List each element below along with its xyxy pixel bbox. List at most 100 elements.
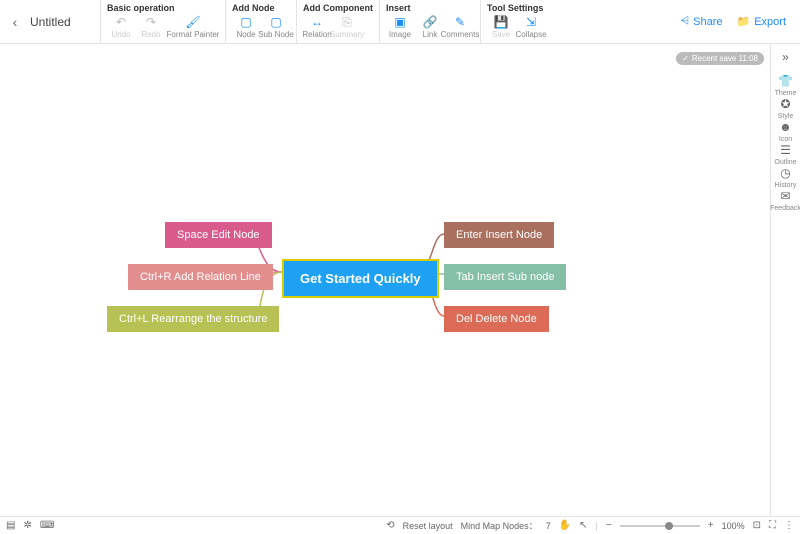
toolbar-item-label: Summary (330, 30, 364, 39)
toolbar-group: Basic operation↶Undo↷Redo🖌Format Painter (100, 0, 225, 43)
zoom-in-icon[interactable]: + (708, 520, 714, 531)
hand-icon[interactable]: ✋ (559, 520, 571, 531)
right-sidebar: » 👕 Theme✪ Style☻ Icon☰ Outline◷ History✉ Feed… (770, 44, 800, 516)
toolbar-item-label: Redo (141, 30, 160, 39)
mindmap-node[interactable]: Tab Insert Sub node (444, 264, 566, 290)
collapse-sidebar-icon[interactable]: » (782, 50, 789, 64)
zoom-out-icon[interactable]: − (606, 520, 612, 531)
link-icon: 🔗 (422, 15, 438, 29)
toolbar-group-title: Add Node (232, 3, 290, 13)
sidebar-item-label: History (775, 182, 797, 189)
sidebar-item-label: Outline (774, 159, 796, 166)
toolbar-collapse[interactable]: ⇲Collapse (517, 15, 545, 39)
gear-icon[interactable]: ✲ (23, 520, 31, 531)
zoom-value: 100% (722, 521, 745, 531)
toolbar-group-title: Basic operation (107, 3, 219, 13)
mindmap-node[interactable]: Enter Insert Node (444, 222, 554, 248)
image-icon: ▣ (392, 15, 408, 29)
feedback-icon: ✉ (780, 189, 790, 203)
top-right: ⩤Share 📁Export (680, 0, 800, 43)
sidebar-history[interactable]: ◷ History (770, 166, 800, 189)
fit-icon[interactable]: ⊡ (753, 520, 761, 531)
toolbar-group: Add Node▢Node▢Sub Node (225, 0, 296, 43)
theme-icon: 👕 (778, 74, 793, 88)
mindmap-node[interactable]: Space Edit Node (165, 222, 272, 248)
statusbar: ▤ ✲ ⌨ ⟲ Reset layout Mind Map Nodes： 7 ✋… (0, 516, 800, 534)
nodes-label: Mind Map Nodes： (461, 519, 538, 532)
toolbar-group: Add Component↔Relation⎘Summary (296, 0, 379, 43)
cursor-icon[interactable]: ↖ (579, 520, 587, 531)
toolbar-group-title: Tool Settings (487, 3, 545, 13)
style-icon: ✪ (780, 97, 790, 111)
sidebar-item-label: Theme (775, 90, 797, 97)
sidebar-item-label: Style (778, 113, 794, 120)
collapse-icon: ⇲ (523, 15, 539, 29)
reset-layout-label[interactable]: Reset layout (403, 521, 453, 531)
toolbar-group-title: Add Component (303, 3, 373, 13)
topbar: ‹ Untitled Basic operation↶Undo↷Redo🖌For… (0, 0, 800, 44)
sidebar-outline[interactable]: ☰ Outline (770, 143, 800, 166)
reset-layout-icon[interactable]: ⟲ (386, 520, 394, 531)
zoom-slider[interactable] (620, 525, 700, 527)
comments-icon: ✎ (452, 15, 468, 29)
format-painter-icon: 🖌 (185, 15, 201, 29)
toolbar-item-label: Undo (111, 30, 130, 39)
redo-icon: ↷ (143, 15, 159, 29)
node-icon: ▢ (238, 15, 254, 29)
sub-node-icon: ▢ (268, 15, 284, 29)
toolbar-undo[interactable]: ↶Undo (107, 15, 135, 39)
doc-title[interactable]: Untitled (30, 0, 100, 43)
summary-icon: ⎘ (339, 15, 355, 29)
export-icon: 📁 (737, 15, 751, 28)
relation-icon: ↔ (309, 15, 325, 29)
check-icon: ✓ (682, 54, 689, 63)
mindmap-node[interactable]: Get Started Quickly (282, 259, 439, 298)
toolbar-item-label: Image (389, 30, 411, 39)
toolbar-group: Tool Settings💾Save⇲Collapse (480, 0, 551, 43)
undo-icon: ↶ (113, 15, 129, 29)
history-icon: ◷ (780, 166, 790, 180)
keyboard-icon[interactable]: ⌨ (40, 520, 54, 531)
toolbar-groups: Basic operation↶Undo↷Redo🖌Format Painter… (100, 0, 551, 43)
toolbar-redo[interactable]: ↷Redo (137, 15, 165, 39)
sidebar-item-label: Icon (779, 136, 792, 143)
toolbar-group: Insert ▣Image 🔗Link ✎Comments (379, 0, 480, 43)
toolbar-format-painter[interactable]: 🖌Format Painter (167, 15, 219, 39)
more-icon[interactable]: ⋮ (784, 520, 794, 531)
mindmap-node[interactable]: Ctrl+R Add Relation Line (128, 264, 273, 290)
toolbar-item-label: Collapse (515, 30, 546, 39)
toolbar-save[interactable]: 💾Save (487, 15, 515, 39)
toolbar-image[interactable]: ▣Image (386, 15, 414, 39)
toolbar-summary[interactable]: ⎘Summary (333, 15, 361, 39)
toolbar-item-label: Format Painter (167, 30, 220, 39)
sidebar-theme[interactable]: 👕 Theme (770, 74, 800, 97)
sidebar-style[interactable]: ✪ Style (770, 97, 800, 120)
outline-icon: ☰ (780, 143, 791, 157)
canvas[interactable]: ✓Recent save 11:08 Get Started Quickly Sp… (0, 44, 770, 516)
toolbar-item-label: Relation (302, 30, 331, 39)
toolbar-item-label: Comments (441, 30, 480, 39)
toolbar-sub-node[interactable]: ▢Sub Node (262, 15, 290, 39)
toolbar-item-label: Node (236, 30, 255, 39)
toolbar-item-label: Link (423, 30, 438, 39)
save-icon: 💾 (493, 15, 509, 29)
toolbar-item-label: Sub Node (258, 30, 294, 39)
nodes-count: 7 (546, 521, 551, 531)
toolbar-item-label: Save (492, 30, 510, 39)
save-badge: ✓Recent save 11:08 (676, 52, 764, 65)
mindmap-node[interactable]: Del Delete Node (444, 306, 549, 332)
toolbar-relation[interactable]: ↔Relation (303, 15, 331, 39)
icon-icon: ☻ (779, 120, 792, 134)
toolbar-comments[interactable]: ✎Comments (446, 15, 474, 39)
mindmap-node[interactable]: Ctrl+L Rearrange the structure (107, 306, 279, 332)
share-button[interactable]: ⩤Share (680, 15, 722, 28)
export-button[interactable]: 📁Export (737, 15, 787, 28)
toolbar-group-title: Insert (386, 3, 474, 13)
toolbar-node[interactable]: ▢Node (232, 15, 260, 39)
sidebar-item-label: Feedback (770, 205, 800, 212)
sidebar-feedback[interactable]: ✉ Feedback (770, 189, 800, 212)
view-icon[interactable]: ▤ (6, 520, 15, 531)
sidebar-icon[interactable]: ☻ Icon (770, 120, 800, 143)
back-button[interactable]: ‹ (0, 0, 30, 43)
fullscreen-icon[interactable]: ⛶ (769, 520, 776, 531)
